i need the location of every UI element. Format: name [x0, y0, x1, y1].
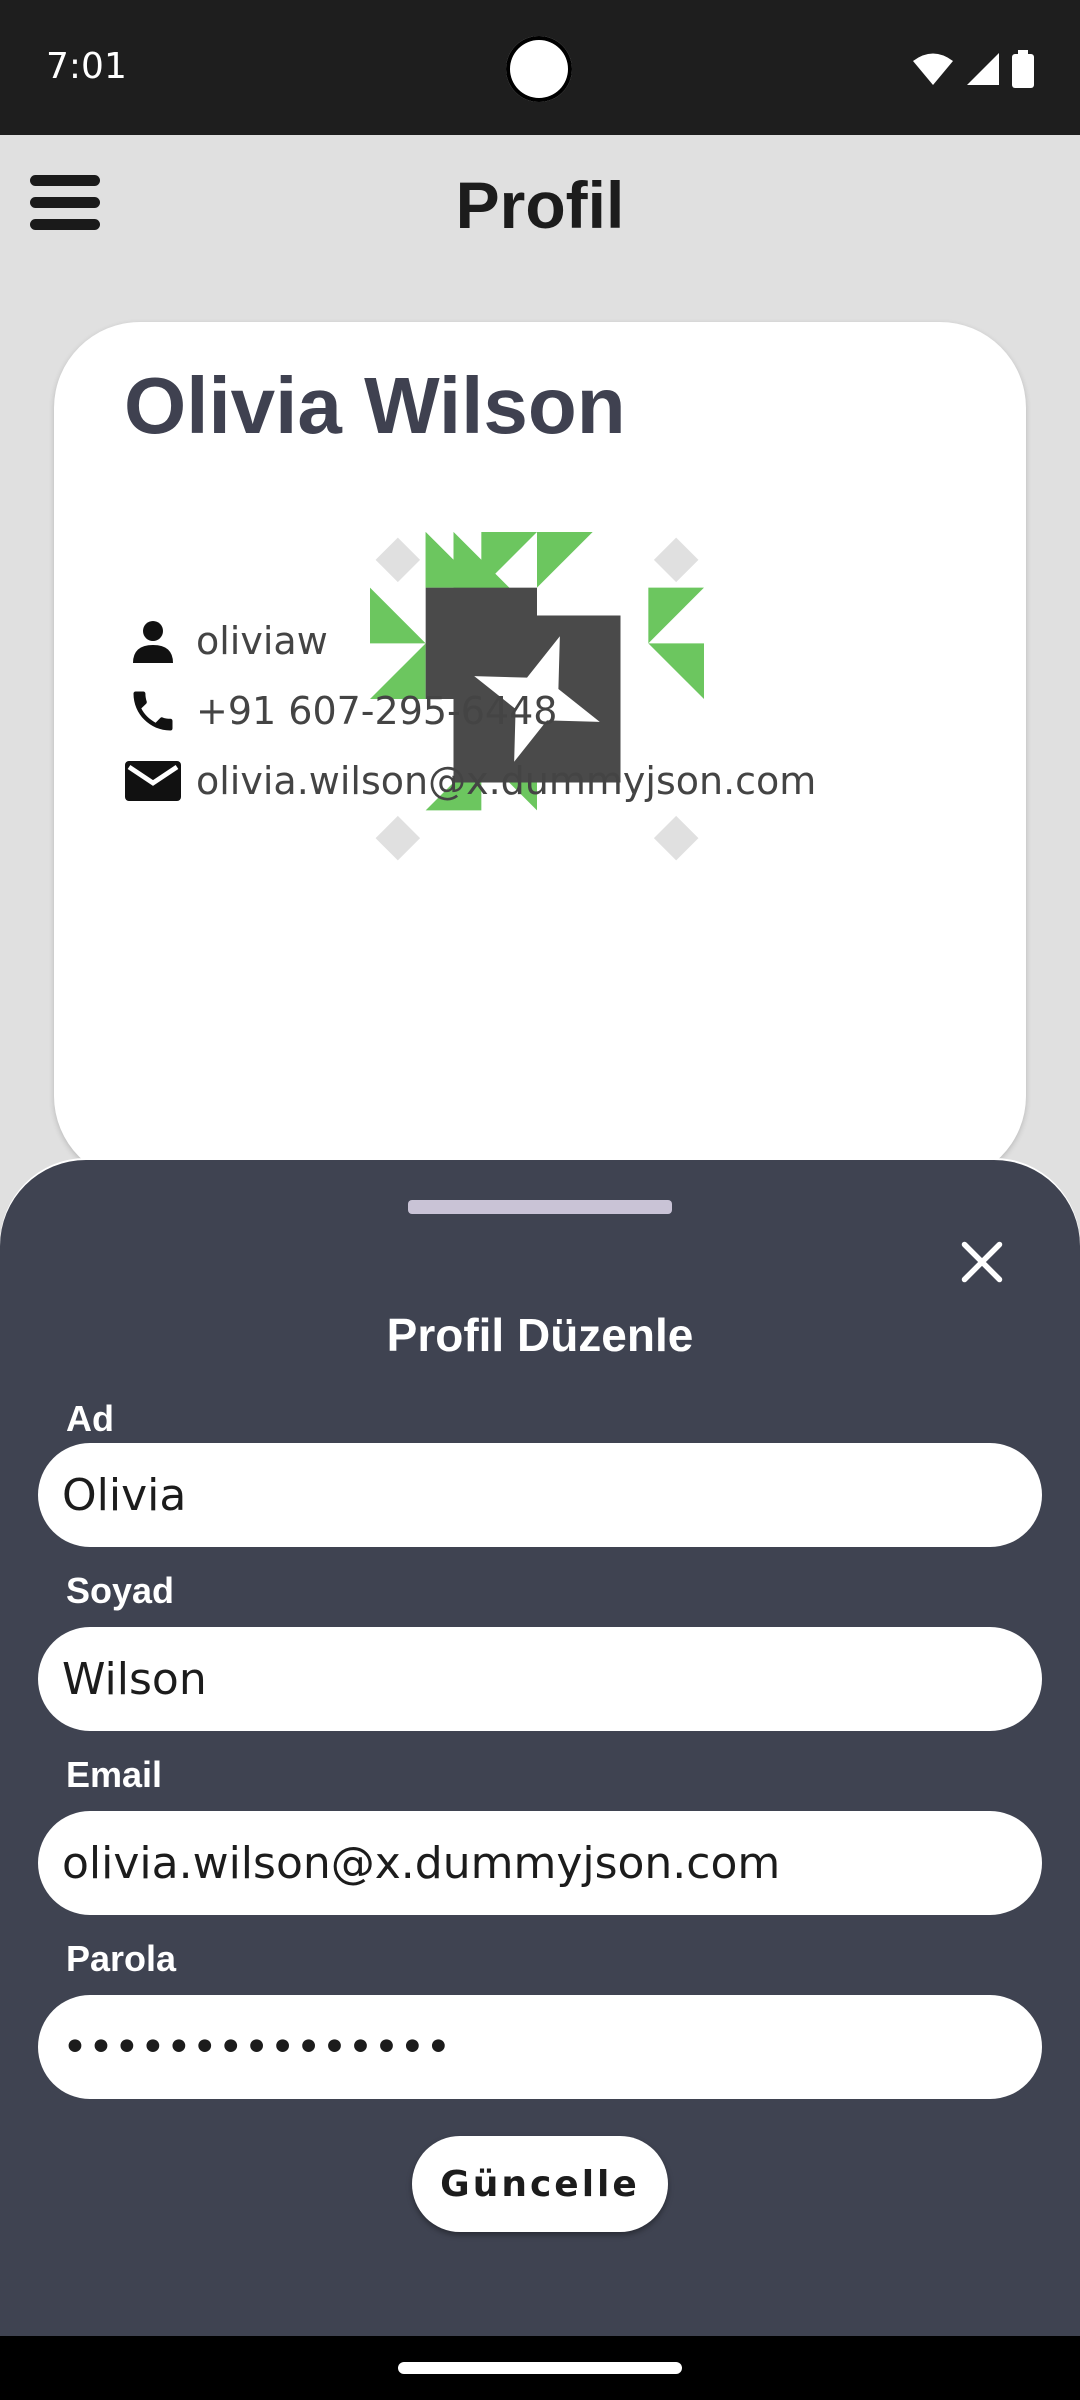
last-name-label: Soyad	[66, 1570, 175, 1611]
first-name-label: Ad	[66, 1398, 114, 1439]
last-name-input[interactable]	[38, 1627, 1042, 1731]
page-title: Profil	[455, 168, 625, 242]
app-bar: Profil	[0, 135, 1080, 270]
person-icon	[124, 612, 182, 670]
status-time: 7:01	[46, 46, 127, 87]
password-label: Parola	[66, 1938, 177, 1979]
mail-icon	[124, 752, 182, 810]
email-label: Email	[66, 1754, 163, 1795]
email-text: olivia.wilson@x.dummyjson.com	[196, 759, 817, 803]
edit-profile-sheet: Profil Düzenle Ad Soyad Email Parola Gün…	[0, 1160, 1080, 2340]
navigation-bar	[0, 2336, 1080, 2400]
drag-handle[interactable]	[408, 1200, 672, 1214]
email-input[interactable]	[38, 1811, 1042, 1915]
update-button[interactable]: Güncelle	[412, 2136, 668, 2232]
wifi-icon	[913, 53, 953, 85]
email-row: olivia.wilson@x.dummyjson.com	[124, 752, 816, 810]
phone-row: +91 607-295-6448	[124, 682, 557, 740]
password-input[interactable]	[38, 1995, 1042, 2099]
home-indicator[interactable]	[398, 2362, 682, 2374]
username-text: oliviaw	[196, 619, 328, 663]
camera-cutout	[506, 36, 572, 102]
username-row: oliviaw	[124, 612, 328, 670]
phone-text: +91 607-295-6448	[196, 689, 558, 733]
sheet-title: Profil Düzenle	[386, 1309, 694, 1361]
profile-card: Olivia Wilson oliviaw +91 607-295-6448 o…	[54, 322, 1026, 1182]
signal-icon	[967, 53, 999, 85]
status-icons	[912, 50, 1034, 88]
close-icon[interactable]	[952, 1232, 1012, 1292]
status-bar: 7:01	[0, 0, 1080, 135]
battery-icon	[1012, 50, 1034, 88]
profile-name: Olivia Wilson	[124, 361, 626, 450]
first-name-input[interactable]	[38, 1443, 1042, 1547]
phone-icon	[124, 682, 182, 740]
